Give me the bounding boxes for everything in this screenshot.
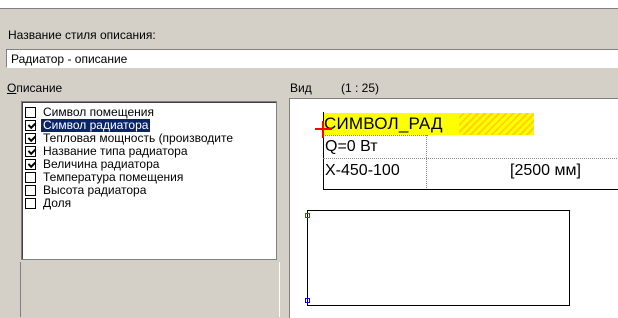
checkbox[interactable] (25, 185, 36, 196)
symbol-text: СИМВОЛ_РАД (324, 114, 443, 133)
view-label: Вид (290, 81, 312, 95)
label-bottom-border (323, 189, 618, 190)
checkbox[interactable] (25, 107, 36, 118)
view-scale: (1 : 25) (341, 81, 380, 95)
style-name-field[interactable]: Радиатор - описание (6, 49, 618, 68)
description-label-rest: писание (16, 81, 63, 95)
list-item-label: Доля (43, 196, 72, 210)
label-column-divider (426, 135, 427, 190)
type-text: X-450-100 (325, 162, 400, 179)
checkbox[interactable] (25, 159, 36, 170)
description-list[interactable]: Символ помещения Символ радиатора Теплов… (21, 101, 277, 260)
checkbox[interactable] (25, 146, 36, 157)
bottom-grip-handle[interactable] (305, 298, 310, 303)
description-label-accelerator: О (7, 81, 17, 95)
power-text: Q=0 Вт (325, 138, 378, 155)
checkbox[interactable] (25, 120, 36, 131)
label-row-divider (323, 158, 618, 159)
list-item[interactable]: Доля (25, 197, 73, 210)
checkbox[interactable] (25, 133, 36, 144)
size-text: [2500 мм] (510, 162, 581, 179)
label-row-divider (323, 135, 428, 136)
description-label: Описание (7, 81, 62, 95)
preview-canvas[interactable]: СИМВОЛ_РАД Q=0 Вт X-450-100 [2500 мм] (289, 98, 618, 318)
window-top-edge (0, 0, 618, 9)
checkbox[interactable] (25, 172, 36, 183)
insertion-point-icon (315, 121, 332, 138)
top-grip-handle[interactable] (305, 213, 310, 218)
style-name-label: Название стиля описания: (8, 28, 156, 42)
radiator-outline (307, 210, 570, 306)
checkbox[interactable] (25, 198, 36, 209)
symbol-highlight: СИМВОЛ_РАД (324, 113, 534, 135)
options-panel (20, 262, 280, 317)
